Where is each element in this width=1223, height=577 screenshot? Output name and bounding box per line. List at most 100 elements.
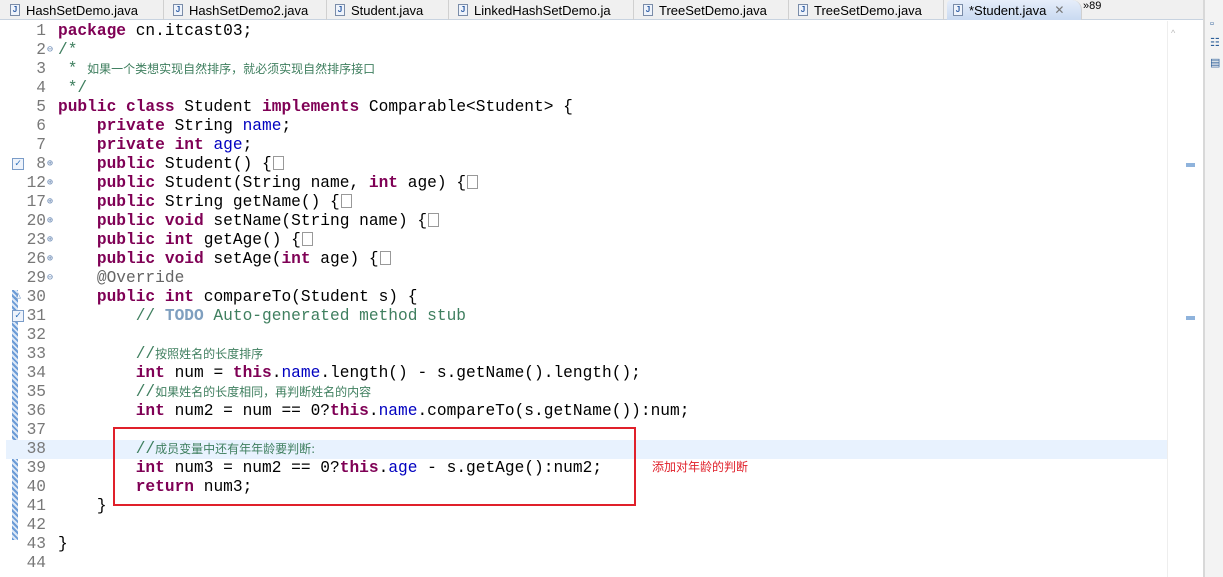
folded-code-icon[interactable] [301, 232, 313, 246]
code-text: public String getName() { [58, 193, 352, 212]
ruler-marker[interactable] [1186, 163, 1195, 167]
fold-plus-icon[interactable]: ⊕ [47, 250, 53, 269]
line-number: 12 [26, 174, 46, 192]
folded-code-icon[interactable] [272, 156, 284, 170]
code-line[interactable]: 44 [6, 554, 1171, 573]
code-line[interactable]: 7 private int age; [6, 136, 1171, 155]
code-line[interactable]: 29 ⊖ @Override [6, 269, 1171, 288]
token-kw: public [96, 193, 156, 211]
code-text: // TODO Auto-generated method stub [58, 307, 466, 326]
line-number: 42 [26, 516, 46, 534]
line-number: 3 [36, 60, 46, 78]
token-kw: package [58, 22, 126, 40]
task-marker-icon[interactable]: ✓ [12, 158, 24, 170]
line-number: 7 [36, 136, 46, 154]
code-line[interactable]: 12 ⊕ public Student(String name, int age)… [6, 174, 1171, 193]
close-icon[interactable]: ✕ [1054, 3, 1064, 17]
token-pl: setName(String name) { [203, 212, 428, 230]
code-line[interactable]: 23 ⊕ public int getAge() { [6, 231, 1171, 250]
folded-code-icon[interactable] [467, 175, 479, 189]
fold-plus-icon[interactable]: ⊕ [47, 231, 53, 250]
tab-studentjava[interactable]: J *Student.java ✕ [947, 0, 1082, 20]
tab-treesetdemojava[interactable]: J TreeSetDemo.java [637, 0, 789, 20]
fold-plus-icon[interactable]: ⊕ [47, 193, 53, 212]
code-line[interactable]: 36 int num2 = num == 0?this.name.compare… [6, 402, 1171, 421]
tab-treesetdemojava[interactable]: J TreeSetDemo.java [792, 0, 944, 20]
code-line[interactable]: 6 private String name; [6, 117, 1171, 136]
token-kw: int [135, 402, 165, 420]
code-line[interactable]: 20 ⊕ public void setName(String name) { [6, 212, 1171, 231]
code-line[interactable]: 8 ⊕ ✓ public Student() { [6, 155, 1171, 174]
overview-ruler[interactable]: ^ [1167, 21, 1200, 577]
code-line[interactable]: 1 package cn.itcast03; [6, 22, 1171, 41]
override-marker-icon[interactable]: △ [12, 291, 24, 303]
token-kw: public [96, 155, 156, 173]
tab-hashsetdemo2java[interactable]: J HashSetDemo2.java [167, 0, 327, 20]
token-cn: 如果姓名的长度相同，再判断姓名的内容 [155, 385, 372, 399]
token-pl: .length() - s.getName().length(); [320, 364, 641, 382]
token-kw: this [232, 364, 272, 382]
code-line[interactable]: 2 ⊖ /* [6, 41, 1171, 60]
code-line[interactable]: 43} [6, 535, 1171, 554]
fold-minus-icon[interactable]: ⊖ [47, 41, 53, 60]
token-kw: this [330, 402, 369, 420]
code-line[interactable]: 32 [6, 326, 1171, 345]
tab-overflow-button[interactable]: »89 [1083, 0, 1101, 12]
line-number: 41 [26, 497, 46, 515]
highlight-box [113, 427, 636, 506]
code-line[interactable]: 42 [6, 516, 1171, 535]
fold-minus-icon[interactable]: ⊖ [47, 269, 53, 288]
token-pl: .compareTo(s.getName()):num; [417, 402, 690, 420]
folded-code-icon[interactable] [340, 194, 352, 208]
code-text: int num = this.name.length() - s.getName… [58, 364, 641, 383]
restore-icon[interactable]: ▫ [1210, 18, 1222, 30]
token-cn: 按照姓名的长度排序 [155, 347, 264, 361]
tab-studentjava[interactable]: J Student.java [329, 0, 449, 20]
token-pl: Student [174, 98, 263, 116]
line-number: 38 [26, 440, 46, 458]
code-line[interactable]: 26 ⊕ public void setAge(int age) { [6, 250, 1171, 269]
code-line[interactable]: 17 ⊕ public String getName() { [6, 193, 1171, 212]
fold-plus-icon[interactable]: ⊕ [47, 174, 53, 193]
code-line[interactable]: 31 ✓ // TODO Auto-generated method stub [6, 307, 1171, 326]
token-kw: int [368, 174, 399, 192]
line-number: 44 [26, 554, 46, 572]
tab-linkedhashsetdemoja[interactable]: J LinkedHashSetDemo.ja [452, 0, 634, 20]
hidden-tab-count: 89 [1089, 0, 1102, 12]
outline-icon[interactable]: ☷ [1210, 37, 1222, 49]
code-text: * 如果一个类想实现自然排序，就必须实现自然排序接口 [58, 60, 375, 79]
code-text: int num2 = num == 0?this.name.compareTo(… [58, 402, 690, 421]
code-text: //如果姓名的长度相同，再判断姓名的内容 [58, 383, 371, 402]
console-icon[interactable]: ▤ [1210, 57, 1222, 69]
code-line[interactable]: 35 //如果姓名的长度相同，再判断姓名的内容 [6, 383, 1171, 402]
token-pl: String getName() { [155, 193, 340, 211]
code-line[interactable]: 5 public class Student implements Compara… [6, 98, 1171, 117]
token-pl: cn.itcast03; [126, 22, 253, 40]
line-number: 6 [36, 117, 46, 135]
code-line[interactable]: 3 * 如果一个类想实现自然排序，就必须实现自然排序接口 [6, 60, 1171, 79]
folded-code-icon[interactable] [379, 251, 391, 265]
ruler-marker[interactable] [1186, 316, 1195, 320]
editor-tab-bar: J HashSetDemo.java J HashSetDemo2.java J Stud… [0, 0, 1205, 20]
code-text: public int compareTo(Student s) { [58, 288, 418, 307]
task-marker-icon[interactable]: ✓ [12, 310, 24, 322]
tab-hashsetdemojava[interactable]: J HashSetDemo.java [4, 0, 164, 20]
scroll-up-icon[interactable]: ^ [1171, 28, 1175, 38]
code-line[interactable]: 4 */ [6, 79, 1171, 98]
fold-plus-icon[interactable]: ⊕ [47, 155, 53, 174]
line-number: 43 [26, 535, 46, 553]
tab-label: Student.java [351, 2, 424, 18]
code-line[interactable]: 34 int num = this.name.length() - s.getN… [6, 364, 1171, 383]
folded-code-icon[interactable] [428, 213, 440, 227]
code-line[interactable]: 30 △ public int compareTo(Student s) { [6, 288, 1171, 307]
fold-plus-icon[interactable]: ⊕ [47, 212, 53, 231]
token-kw: public class [58, 98, 175, 116]
code-line[interactable]: 33 //按照姓名的长度排序 [6, 345, 1171, 364]
token-kw: public void [96, 212, 204, 230]
token-cm: */ [58, 79, 88, 97]
